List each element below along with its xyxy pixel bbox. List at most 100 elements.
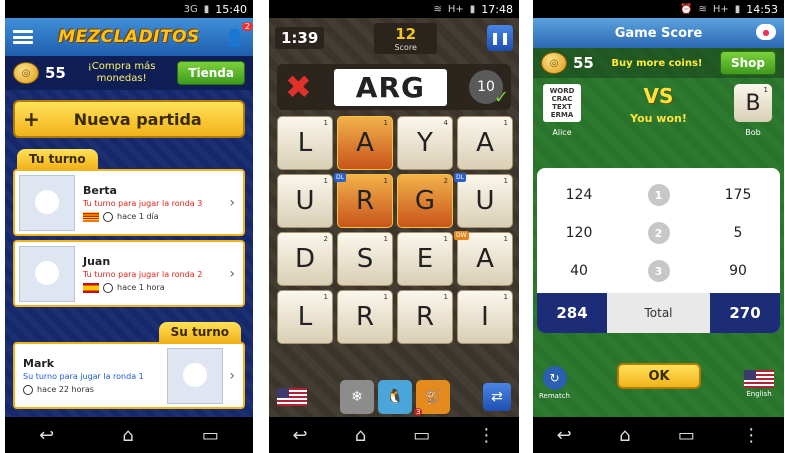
letter-tile[interactable]: A1 — [457, 116, 513, 170]
phone-screen-mezcladitos-lobby: 3G ▮ 15:40 MEZCLADITOS 👤 2 ◎ 55 ¡Compra m… — [5, 0, 253, 453]
letter-tile[interactable]: L1 — [277, 116, 333, 170]
game-card[interactable]: Berta Tu turno para jugar la ronda 3 hac… — [13, 169, 245, 236]
network-label: H+ — [447, 3, 464, 15]
clear-word-icon[interactable]: ✖ — [285, 68, 312, 106]
back-icon[interactable]: ↩ — [293, 425, 308, 446]
tile-bonus-badge: DL — [334, 173, 346, 182]
network-label: 3G — [183, 3, 198, 15]
letter-tile[interactable]: G2 — [397, 174, 453, 228]
letter-tile[interactable]: L1 — [277, 290, 333, 344]
status-bar: ⏰ ≋ H+ ▮ 14:53 — [533, 0, 784, 18]
tile-value: 1 — [383, 177, 388, 185]
letter-tile[interactable]: R 1 DL — [334, 173, 393, 228]
coins-icon: ◎ — [13, 62, 39, 84]
current-word: ARG — [333, 68, 448, 106]
tile-value: 1 — [503, 235, 508, 243]
shop-button[interactable]: Tienda — [177, 61, 245, 85]
recents-icon[interactable]: ▭ — [678, 425, 695, 446]
new-game-button[interactable]: + Nueva partida — [13, 100, 245, 138]
chat-icon[interactable]: ● — [756, 24, 776, 40]
vs-label: VS — [643, 84, 674, 108]
letter-tile[interactable]: A1 — [337, 116, 393, 170]
ice-powerup-icon[interactable]: ❄ — [340, 380, 374, 414]
overflow-menu-icon[interactable]: ⋮ — [477, 425, 495, 446]
total-row: 284 Total 270 — [537, 293, 780, 333]
score-box: 12 Score — [374, 22, 437, 54]
tile-letter: A — [476, 128, 494, 158]
rematch-label: Rematch — [539, 392, 570, 400]
shop-button[interactable]: Shop — [719, 51, 776, 75]
rematch-icon: ↻ — [542, 366, 567, 390]
word-points[interactable]: 10 ✓ — [469, 70, 509, 108]
new-game-label: Nueva partida — [73, 109, 202, 129]
coin-count: 55 — [573, 54, 594, 72]
letter-tile[interactable]: D2 — [277, 232, 333, 286]
letter-tile[interactable]: Y4 — [397, 116, 453, 170]
letter-tile[interactable]: A 1 DW — [454, 231, 513, 286]
ok-button[interactable]: OK — [617, 363, 701, 389]
recents-icon[interactable]: ▭ — [413, 425, 430, 446]
timer: 1:39 — [275, 27, 325, 49]
tile-value: 1 — [383, 119, 388, 127]
tile-letter: U — [295, 186, 315, 216]
word-points-value: 10 — [477, 79, 495, 95]
battery-icon: ▮ — [469, 3, 476, 15]
tile-letter: L — [297, 128, 313, 158]
menu-icon[interactable] — [13, 30, 33, 44]
language-button[interactable]: English — [744, 370, 774, 398]
letter-tile[interactable]: R1 — [397, 290, 453, 344]
us-flag-icon — [744, 370, 774, 388]
their-turn-tab: Su turno — [158, 322, 241, 342]
back-icon[interactable]: ↩ — [557, 425, 572, 446]
checkmark-icon: ✓ — [493, 87, 509, 108]
tile-value: 1 — [383, 235, 388, 243]
chevron-right-icon: › — [229, 266, 235, 282]
recents-icon[interactable]: ▭ — [202, 425, 219, 446]
letter-tile[interactable]: E1 — [397, 232, 453, 286]
tile-value: 2 — [323, 235, 328, 243]
round-row: 120 2 5 — [537, 214, 780, 252]
tile-value: 4 — [443, 119, 448, 127]
battery-icon: ▮ — [734, 3, 741, 15]
home-icon[interactable]: ⌂ — [122, 425, 133, 446]
status-time: 15:40 — [215, 2, 247, 16]
opponent-name: Berta — [83, 183, 117, 197]
plus-icon: + — [23, 107, 40, 131]
app-logo: MEZCLADITOS — [58, 27, 200, 47]
letter-tile[interactable]: I1 — [457, 290, 513, 344]
score-label: Score — [394, 42, 417, 52]
result-label: You won! — [630, 112, 687, 125]
status-time: 17:48 — [481, 2, 513, 16]
overflow-menu-icon[interactable]: ⋮ — [742, 425, 760, 446]
home-icon[interactable]: ⌂ — [355, 425, 366, 446]
letter-grid: L 1 A 1 Y 4 A 1 U 1 R 1 DL G 2 U 1 DL D 2 S 1 E 1 A 1 DW L 1 R 1 R 1 I 1 — [277, 116, 519, 344]
letter-tile[interactable]: S1 — [337, 232, 393, 286]
monkey-powerup-icon[interactable]: 🐒 3 — [414, 380, 450, 416]
versus-area: WORD CRAC TEXT ERMA Alice VS You won! B … — [533, 78, 784, 162]
title-bar: Game Score ● — [533, 18, 784, 48]
player-right-name: Bob — [745, 128, 761, 137]
spain-flag-icon — [83, 282, 99, 293]
game-card[interactable]: Mark Su turno para jugar la ronda 1 hace… — [13, 342, 245, 409]
letter-tile[interactable]: U1 — [277, 174, 333, 228]
wifi-icon: ≋ — [698, 3, 707, 15]
player-left-name: Alice — [552, 128, 572, 137]
shuffle-button[interactable]: ⇄ — [483, 383, 511, 411]
home-icon[interactable]: ⌂ — [619, 425, 630, 446]
total-right: 270 — [710, 293, 780, 333]
page-title: Game Score — [614, 25, 703, 41]
tile-value: 1 — [443, 235, 448, 243]
rematch-button[interactable]: ↻ Rematch — [539, 366, 570, 400]
penguin-powerup-icon[interactable]: 🐧 — [378, 380, 412, 414]
game-card[interactable]: Juan Tu turno para jugar la ronda 2 hace… — [13, 240, 245, 307]
letter-tile[interactable]: U 1 DL — [454, 173, 513, 228]
tile-letter: U — [475, 186, 495, 216]
tile-letter: R — [355, 302, 375, 332]
clock-icon — [103, 211, 113, 222]
us-flag-icon[interactable] — [277, 388, 307, 406]
pause-button[interactable]: ❚❚ — [487, 25, 513, 51]
friends-icon[interactable]: 👤 2 — [225, 21, 253, 47]
letter-tile[interactable]: R1 — [337, 290, 393, 344]
tile-bonus-badge: DW — [454, 231, 469, 240]
back-icon[interactable]: ↩ — [39, 425, 54, 446]
